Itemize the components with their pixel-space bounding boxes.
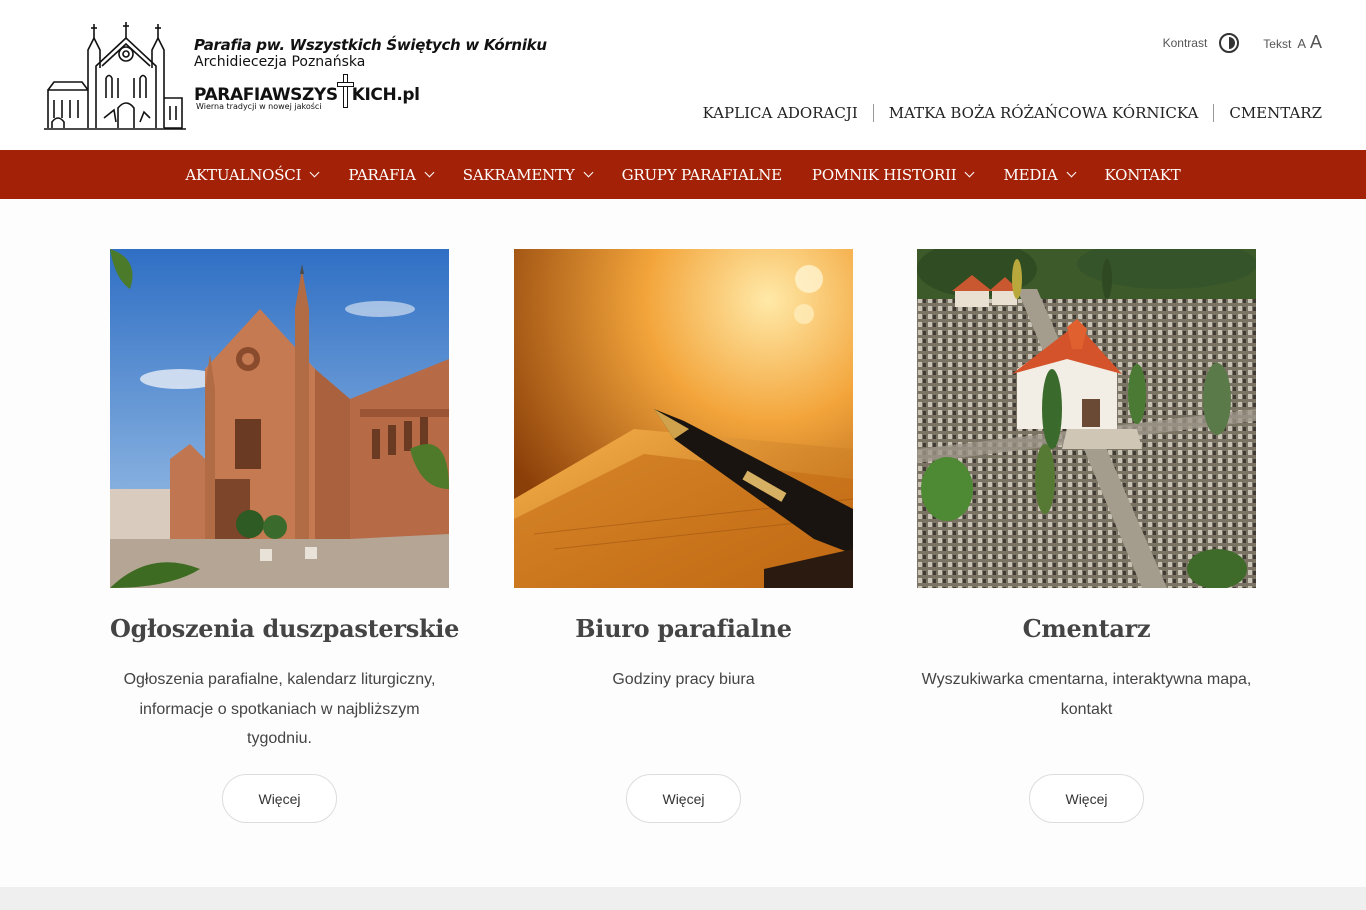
site-logo[interactable]: Parafia pw. Wszystkich Świętych w Kórnik… [44, 18, 547, 134]
more-button[interactable]: Więcej [1029, 774, 1144, 823]
nav-item-sakramenty[interactable]: SAKRAMENTY [462, 165, 594, 184]
nav-item-label: MEDIA [1003, 165, 1058, 184]
logo-tagline: Wierna tradycji w nowej jakości [196, 102, 322, 111]
accessibility-tools: Kontrast Tekst A A [1163, 32, 1322, 53]
nav-item-pomnik-historii[interactable]: POMNIK HISTORII [811, 165, 975, 184]
chevron-down-icon [1066, 167, 1076, 178]
more-button[interactable]: Więcej [222, 774, 337, 823]
top-links: KAPLICA ADORACJI MATKA BOŻA RÓŻAŃCOWA KÓ… [688, 104, 1322, 122]
nav-item-aktualnosci[interactable]: AKTUALNOŚCI [185, 165, 320, 184]
logo-brand-right: KICH.pl [351, 85, 420, 105]
text-size-tool: Tekst A A [1263, 32, 1322, 53]
cemetery-aerial-photo[interactable] [917, 249, 1256, 588]
church-logo-icon [44, 22, 186, 130]
chevron-down-icon [424, 167, 435, 178]
toplink-matka-boza[interactable]: MATKA BOŻA RÓŻAŃCOWA KÓRNICKA [872, 104, 1214, 122]
font-size-large-button[interactable]: A [1310, 32, 1322, 53]
logo-title: Parafia pw. Wszystkich Świętych w Kórnik… [194, 36, 547, 54]
nav-item-label: PARAFIA [348, 165, 416, 184]
chevron-down-icon [964, 167, 975, 178]
card-description: Godziny pracy biura [612, 671, 755, 688]
main-navigation: AKTUALNOŚCI PARAFIA SAKRAMENTY GRUPY PAR… [0, 150, 1366, 199]
contrast-label: Kontrast [1162, 35, 1208, 50]
more-button[interactable]: Więcej [626, 774, 741, 823]
church-photo[interactable] [110, 249, 449, 588]
nav-item-media[interactable]: MEDIA [1003, 165, 1076, 184]
chevron-down-icon [309, 167, 320, 178]
contrast-icon[interactable] [1219, 32, 1240, 53]
font-size-normal-button[interactable]: A [1297, 36, 1306, 51]
card-ogloszenia: Ogłoszenia duszpasterskie Ogłoszenia par… [110, 249, 460, 823]
nav-item-grupy-parafialne[interactable]: GRUPY PARAFIALNE [621, 165, 783, 184]
cross-icon [336, 74, 354, 108]
nav-item-label: GRUPY PARAFIALNE [621, 165, 783, 184]
card-title: Ogłoszenia duszpasterskie [110, 614, 460, 643]
card-biuro: Biuro parafialne Godziny pracy biura Wię… [514, 249, 853, 823]
logo-subtitle: Archidiecezja Poznańska [194, 54, 366, 70]
nav-item-kontakt[interactable]: KONTAKT [1105, 166, 1181, 184]
site-header: Parafia pw. Wszystkich Świętych w Kórnik… [0, 0, 1366, 150]
card-description: Ogłoszenia parafialne, kalendarz liturgi… [123, 671, 436, 747]
card-description: Wyszukiwarka cmentarna, interaktywna map… [921, 671, 1252, 718]
nav-item-label: AKTUALNOŚCI [185, 165, 302, 184]
footer-strip [0, 887, 1366, 910]
card-title: Biuro parafialne [575, 614, 792, 643]
nav-item-label: SAKRAMENTY [462, 165, 575, 184]
nav-item-parafia[interactable]: PARAFIA [348, 165, 435, 184]
card-title: Cmentarz [1022, 614, 1151, 643]
chevron-down-icon [583, 167, 594, 178]
card-cmentarz: Cmentarz Wyszukiwarka cmentarna, interak… [917, 249, 1256, 823]
fountain-pen-photo[interactable] [514, 249, 853, 588]
nav-item-label: POMNIK HISTORII [811, 165, 957, 184]
toplink-cmentarz[interactable]: CMENTARZ [1213, 104, 1322, 122]
toplink-kaplica-adoracji[interactable]: KAPLICA ADORACJI [688, 104, 873, 122]
nav-item-label: KONTAKT [1104, 165, 1181, 184]
text-size-label: Tekst [1263, 37, 1292, 51]
